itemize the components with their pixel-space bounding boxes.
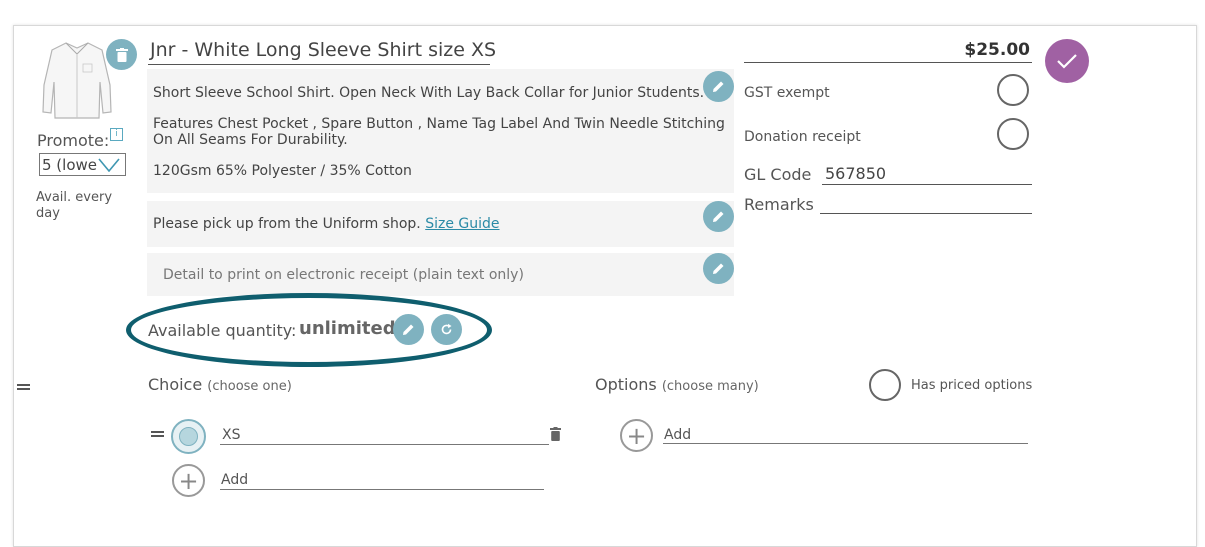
availability-text: Avail. every day xyxy=(36,190,113,221)
gl-code-underline xyxy=(822,184,1032,185)
promote-label: Promote: xyxy=(37,131,110,150)
pencil-icon xyxy=(713,211,724,222)
pencil-icon xyxy=(713,81,724,92)
choice-item-input[interactable]: XS xyxy=(222,427,240,443)
quantity-value: unlimited xyxy=(299,318,396,339)
options-hint: (choose many) xyxy=(661,379,759,394)
plus-icon: + xyxy=(178,466,199,495)
price-underline xyxy=(744,62,1032,63)
edit-receipt-detail-button[interactable] xyxy=(703,253,734,284)
promote-select[interactable]: 5 (lowe xyxy=(39,153,126,176)
info-icon[interactable]: i xyxy=(110,128,123,141)
plus-icon: + xyxy=(626,421,647,450)
gst-exempt-radio[interactable] xyxy=(997,74,1029,106)
edit-quantity-button[interactable] xyxy=(393,314,424,345)
drag-handle[interactable] xyxy=(17,384,30,390)
quantity-label: Available quantity: xyxy=(148,321,297,340)
pickup-panel[interactable]: Please pick up from the Uniform shop. Si… xyxy=(147,201,734,247)
options-add-button[interactable]: + xyxy=(620,419,653,452)
donation-receipt-label: Donation receipt xyxy=(744,129,861,145)
product-image xyxy=(40,40,114,120)
title-underline xyxy=(148,64,490,65)
check-icon xyxy=(1057,54,1077,69)
remarks-label: Remarks xyxy=(744,195,814,214)
options-heading: Options (choose many) xyxy=(595,375,759,394)
choice-add-underline xyxy=(220,489,544,490)
description-line-3: 120Gsm 65% Polyester / 35% Cotton xyxy=(153,163,412,179)
remarks-underline xyxy=(820,213,1032,214)
pickup-instructions: Please pick up from the Uniform shop. xyxy=(153,216,421,232)
confirm-button[interactable] xyxy=(1045,39,1089,83)
promote-select-value: 5 (lowe xyxy=(42,156,98,174)
choice-item-underline xyxy=(220,444,549,445)
choice-heading: Choice (choose one) xyxy=(148,375,292,394)
description-line-1: Short Sleeve School Shirt. Open Neck Wit… xyxy=(153,85,705,101)
radio-dot xyxy=(179,427,198,446)
donation-receipt-radio[interactable] xyxy=(997,118,1029,150)
reset-quantity-button[interactable] xyxy=(431,314,462,345)
options-add-underline xyxy=(663,443,1028,444)
remarks-input[interactable] xyxy=(822,195,1032,213)
options-title: Options xyxy=(595,375,657,394)
edit-pickup-button[interactable] xyxy=(703,201,734,232)
edit-description-button[interactable] xyxy=(703,71,734,102)
has-priced-options-radio[interactable] xyxy=(869,369,901,401)
choice-hint: (choose one) xyxy=(207,379,292,394)
pencil-icon xyxy=(713,263,724,274)
product-title[interactable]: Jnr - White Long Sleeve Shirt size XS xyxy=(150,39,496,61)
options-add-input[interactable]: Add xyxy=(664,427,691,443)
pickup-text: Please pick up from the Uniform shop. Si… xyxy=(153,216,500,232)
pencil-icon xyxy=(403,324,414,335)
size-guide-link[interactable]: Size Guide xyxy=(425,216,499,232)
has-priced-options-label: Has priced options xyxy=(911,378,1033,393)
description-line-2: Features Chest Pocket , Spare Button , N… xyxy=(153,116,725,148)
choice-radio-selected[interactable] xyxy=(171,419,206,454)
receipt-detail-panel[interactable]: Detail to print on electronic receipt (p… xyxy=(147,253,734,296)
refresh-icon xyxy=(441,323,452,335)
choice-drag-handle[interactable] xyxy=(151,431,164,437)
trash-icon[interactable] xyxy=(550,427,561,441)
choice-add-button[interactable]: + xyxy=(172,464,205,497)
description-panel[interactable]: Short Sleeve School Shirt. Open Neck Wit… xyxy=(147,69,734,193)
chevron-down-icon xyxy=(98,158,120,172)
trash-icon xyxy=(115,47,128,62)
gl-code-label: GL Code xyxy=(744,165,812,184)
choice-title: Choice xyxy=(148,375,203,394)
receipt-detail-placeholder: Detail to print on electronic receipt (p… xyxy=(163,267,524,283)
gl-code-input[interactable]: 567850 xyxy=(825,164,886,183)
delete-product-button[interactable] xyxy=(106,39,137,70)
choice-add-input[interactable]: Add xyxy=(221,472,248,488)
gst-exempt-label: GST exempt xyxy=(744,85,830,101)
product-price[interactable]: $25.00 xyxy=(900,40,1030,60)
